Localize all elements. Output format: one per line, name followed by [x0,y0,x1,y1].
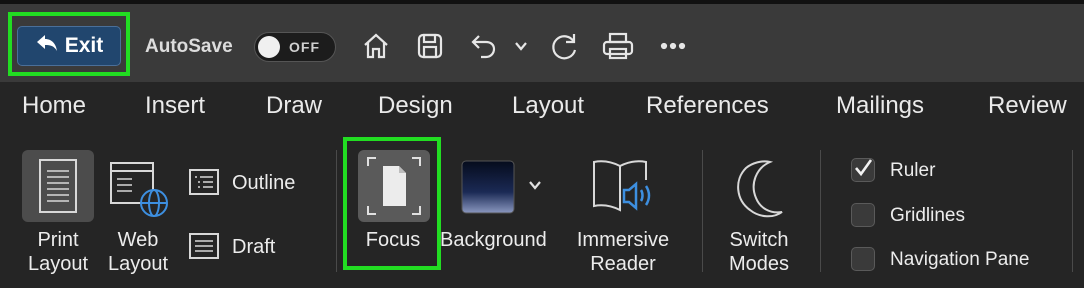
save-icon[interactable] [412,28,448,64]
tab-design[interactable]: Design [378,92,453,120]
tab-layout[interactable]: Layout [512,92,584,120]
group-divider [336,150,337,272]
focus-icon [366,156,422,221]
exit-label: Exit [64,34,104,57]
chevron-down-icon[interactable] [527,178,543,197]
autosave-toggle[interactable]: OFF [254,32,336,62]
web-layout-icon[interactable] [108,160,172,225]
draft-label[interactable]: Draft [232,235,275,259]
web-layout-label-line2: Layout [107,253,169,275]
quick-access-toolbar: Exit AutoSave OFF [0,0,1084,82]
navigation-pane-checkbox[interactable] [851,247,875,271]
ruler-label[interactable]: Ruler [890,160,935,182]
outline-label[interactable]: Outline [232,171,295,195]
exit-button[interactable]: Exit [17,26,121,66]
gridlines-checkbox[interactable] [851,203,875,227]
print-layout-icon [38,158,78,219]
background-swatch-icon[interactable] [461,160,515,219]
navigation-pane-label[interactable]: Navigation Pane [890,249,1029,271]
ribbon-tabs: Home Insert Draw Design Layout Reference… [0,90,1084,130]
moon-icon[interactable] [730,158,786,223]
immersive-reader-label-line2: Reader [590,253,656,275]
tab-home[interactable]: Home [22,92,86,120]
print-layout-label-line1: Print [37,229,79,251]
print-layout-label-line2: Layout [27,253,89,275]
undo-icon[interactable] [466,28,502,64]
tab-insert[interactable]: Insert [145,92,205,120]
toggle-knob [258,36,280,58]
tab-review[interactable]: Review [988,92,1067,120]
redo-icon[interactable] [546,28,582,64]
gridlines-label[interactable]: Gridlines [890,205,965,227]
focus-label: Focus [365,229,421,251]
draft-icon[interactable] [188,232,220,265]
group-divider [702,150,703,272]
group-divider [1072,150,1073,272]
web-layout-label-line1: Web [117,229,159,251]
tab-references[interactable]: References [646,92,769,120]
autosave-label: AutoSave [145,36,233,57]
outline-icon[interactable] [188,168,220,201]
background-label[interactable]: Background [440,228,547,252]
tab-mailings[interactable]: Mailings [836,92,924,120]
print-icon[interactable] [600,28,636,64]
immersive-reader-label-line1: Immersive [576,229,670,251]
home-icon[interactable] [358,28,394,64]
tab-draw[interactable]: Draw [266,92,322,120]
more-icon[interactable] [655,28,691,64]
switch-modes-label-line1: Switch [729,229,789,251]
checkmark-icon [855,159,873,177]
chevron-down-icon[interactable] [506,28,536,64]
autosave-state: OFF [289,39,320,55]
group-divider [820,150,821,272]
exit-arrow-icon [35,33,59,59]
immersive-reader-icon[interactable] [590,156,658,223]
ruler-checkbox[interactable] [851,158,875,182]
switch-modes-label-line2: Modes [728,253,790,275]
